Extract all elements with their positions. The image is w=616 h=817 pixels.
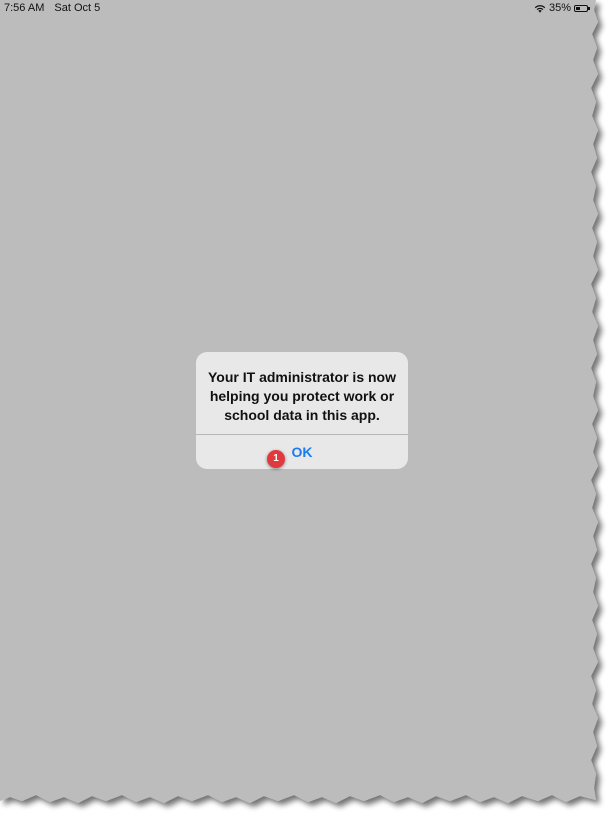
alert-message: Your IT administrator is now helping you… <box>208 369 396 423</box>
screenshot-page: 7:56 AM Sat Oct 5 35% Your IT administra… <box>0 0 616 817</box>
status-date: Sat Oct 5 <box>54 2 101 14</box>
status-left: 7:56 AM Sat Oct 5 <box>4 2 107 14</box>
step-callout-badge: 1 <box>267 450 285 468</box>
status-right: 35% <box>534 2 590 14</box>
status-bar: 7:56 AM Sat Oct 5 35% <box>0 0 596 16</box>
battery-level-fill <box>576 6 580 10</box>
ok-button[interactable]: OK <box>196 435 408 469</box>
wifi-icon <box>534 4 546 13</box>
status-time: 7:56 AM <box>4 2 45 14</box>
battery-icon <box>574 4 590 12</box>
battery-percentage: 35% <box>548 2 571 14</box>
app-screen: 7:56 AM Sat Oct 5 35% Your IT administra… <box>0 0 596 800</box>
alert-dialog: Your IT administrator is now helping you… <box>196 352 408 469</box>
